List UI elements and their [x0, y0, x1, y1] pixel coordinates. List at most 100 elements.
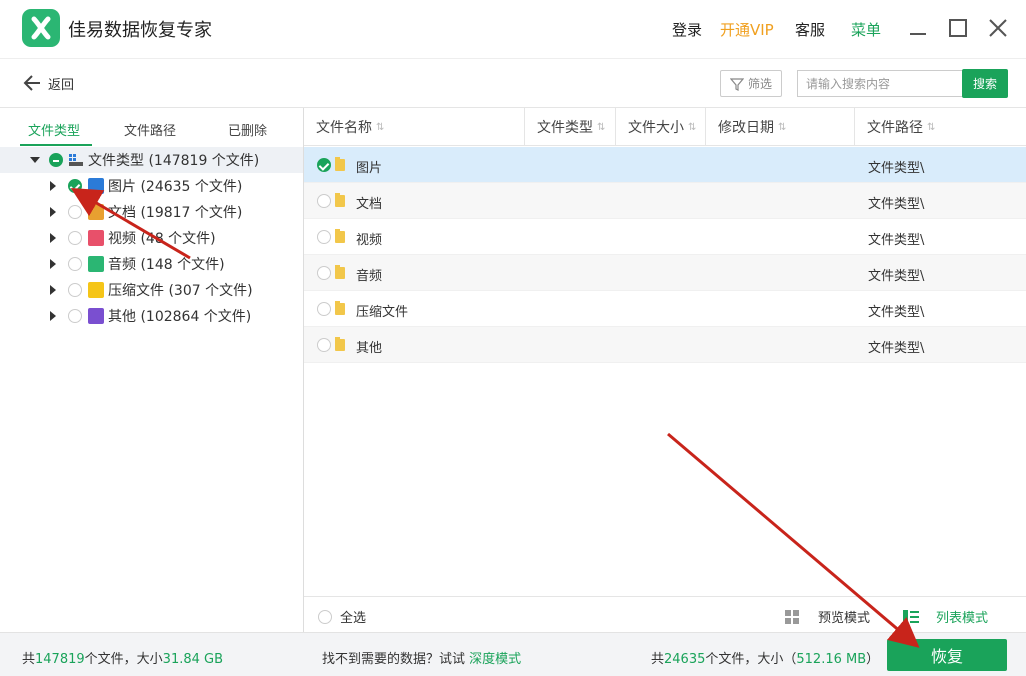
deep-mode-link[interactable]: 深度模式	[469, 652, 521, 667]
tree-item-checkbox[interactable]	[68, 257, 82, 271]
column-file-path[interactable]: 文件路径 ⇅	[855, 108, 1026, 146]
caret-down-icon[interactable]	[30, 157, 40, 163]
tree-item-label: 图片 (24635 个文件)	[108, 179, 243, 195]
minimize-button[interactable]	[906, 16, 930, 40]
maximize-button[interactable]	[946, 16, 970, 40]
caret-right-icon[interactable]	[50, 233, 56, 243]
column-file-size[interactable]: 文件大小 ⇅	[616, 108, 706, 146]
caret-right-icon[interactable]	[50, 181, 56, 191]
caret-right-icon[interactable]	[50, 207, 56, 217]
row-file-name: 文档	[356, 197, 383, 212]
active-tab-indicator	[20, 144, 92, 146]
back-label: 返回	[48, 77, 75, 93]
caret-right-icon[interactable]	[50, 285, 56, 295]
sel-size: 512.16 MB	[796, 652, 867, 667]
selected-summary: 共24635个文件，大小（512.16 MB）	[651, 648, 879, 667]
sel-mid: 个文件，大小（	[705, 652, 797, 667]
right-panel: 文件名称 ⇅ 文件类型 ⇅ 文件大小 ⇅ 修改日期 ⇅ 文件路径 ⇅ 全选 预览模式 列表…	[304, 108, 1026, 632]
row-file-path: 文件类型\	[868, 341, 925, 356]
tree-root[interactable]: 文件类型 (147819 个文件)	[0, 147, 303, 173]
title-bar: 佳易数据恢复专家 登录 开通VIP 客服 菜单	[0, 0, 1026, 58]
row-file-path: 文件类型\	[868, 161, 925, 176]
tree-item-checkbox[interactable]	[68, 283, 82, 297]
total-mid: 个文件，大小	[84, 652, 163, 667]
menu-link[interactable]: 菜单	[851, 19, 881, 40]
tree-item-label: 文档 (19817 个文件)	[108, 205, 243, 221]
back-button[interactable]: 返回	[22, 73, 74, 93]
table-row[interactable]: 视频 文件类型\	[304, 219, 1026, 255]
status-bar: 共147819个文件，大小31.84 GB 找不到需要的数据？试试 深度模式 共…	[0, 632, 1026, 676]
select-all[interactable]: 全选	[318, 607, 366, 626]
select-all-checkbox[interactable]	[318, 609, 332, 624]
search-input[interactable]	[797, 70, 963, 97]
sort-icon: ⇅	[927, 121, 936, 133]
row-checkbox[interactable]	[317, 302, 331, 316]
app-logo	[22, 9, 60, 47]
table-row[interactable]: 压缩文件 文件类型\	[304, 291, 1026, 327]
tree-root-checkbox[interactable]	[49, 153, 63, 167]
tree-item[interactable]: 视频 (48 个文件)	[0, 225, 303, 251]
app-title: 佳易数据恢复专家	[68, 20, 212, 41]
column-modified-date-label: 修改日期	[718, 120, 774, 136]
tree-item-checkbox[interactable]	[68, 231, 82, 245]
tree-item[interactable]: 压缩文件 (307 个文件)	[0, 277, 303, 303]
column-file-name[interactable]: 文件名称 ⇅	[304, 108, 525, 146]
toolbar: 返回 筛选 搜索	[0, 58, 1026, 108]
row-checkbox[interactable]	[317, 338, 331, 352]
tree-item-checkbox[interactable]	[68, 309, 82, 323]
caret-right-icon[interactable]	[50, 311, 56, 321]
recover-button[interactable]: 恢复	[887, 639, 1007, 671]
column-modified-date[interactable]: 修改日期 ⇅	[706, 108, 855, 146]
caret-right-icon[interactable]	[50, 259, 56, 269]
sort-icon: ⇅	[376, 121, 385, 133]
tree-item[interactable]: 图片 (24635 个文件)	[0, 173, 303, 199]
tree-item[interactable]: 音频 (148 个文件)	[0, 251, 303, 277]
row-checkbox[interactable]	[317, 194, 331, 208]
tree-item-label: 压缩文件 (307 个文件)	[108, 283, 253, 299]
file-type-icon	[88, 178, 104, 194]
tab-deleted[interactable]: 已删除	[228, 120, 267, 139]
file-type-icon	[88, 230, 104, 246]
row-file-name: 音频	[356, 269, 383, 284]
preview-mode-label: 预览模式	[818, 611, 871, 626]
sel-suffix: ）	[866, 652, 880, 667]
folder-icon	[335, 301, 345, 315]
column-file-size-label: 文件大小	[628, 120, 684, 136]
row-checkbox[interactable]	[317, 158, 331, 172]
sel-prefix: 共	[651, 652, 665, 667]
list-mode-button[interactable]: 列表模式	[902, 607, 988, 626]
sort-icon: ⇅	[597, 121, 606, 133]
tab-file-type[interactable]: 文件类型	[28, 120, 80, 139]
folder-icon	[335, 193, 345, 207]
column-file-type[interactable]: 文件类型 ⇅	[525, 108, 616, 146]
folder-icon	[335, 229, 345, 243]
tree-item-checkbox[interactable]	[68, 179, 82, 193]
table-row[interactable]: 文档 文件类型\	[304, 183, 1026, 219]
table-row[interactable]: 音频 文件类型\	[304, 255, 1026, 291]
login-link[interactable]: 登录	[672, 19, 702, 40]
tree-item-label: 音频 (148 个文件)	[108, 257, 225, 273]
row-checkbox[interactable]	[317, 230, 331, 244]
table-row[interactable]: 其他 文件类型\	[304, 327, 1026, 363]
service-link[interactable]: 客服	[795, 19, 825, 40]
close-button[interactable]	[986, 16, 1010, 40]
deep-mode-hint: 找不到需要的数据？试试 深度模式	[322, 648, 521, 667]
row-file-name: 图片	[356, 161, 383, 176]
file-type-icon	[88, 308, 104, 324]
tree-item[interactable]: 文档 (19817 个文件)	[0, 199, 303, 225]
tab-file-path[interactable]: 文件路径	[124, 120, 176, 139]
filter-button[interactable]: 筛选	[720, 70, 782, 97]
tree-item-checkbox[interactable]	[68, 205, 82, 219]
folder-icon	[335, 337, 345, 351]
preview-mode-button[interactable]: 预览模式	[784, 607, 870, 626]
sort-icon: ⇅	[688, 121, 697, 133]
tree-item[interactable]: 其他 (102864 个文件)	[0, 303, 303, 329]
tree-item-label: 其他 (102864 个文件)	[108, 309, 252, 325]
table-row[interactable]: 图片 文件类型\	[304, 147, 1026, 183]
left-tabs: 文件类型 文件路径 已删除	[0, 108, 303, 148]
row-checkbox[interactable]	[317, 266, 331, 280]
close-icon	[989, 19, 1007, 37]
vip-link[interactable]: 开通VIP	[720, 19, 774, 40]
search-button[interactable]: 搜索	[962, 69, 1008, 98]
total-count: 147819	[35, 652, 85, 667]
